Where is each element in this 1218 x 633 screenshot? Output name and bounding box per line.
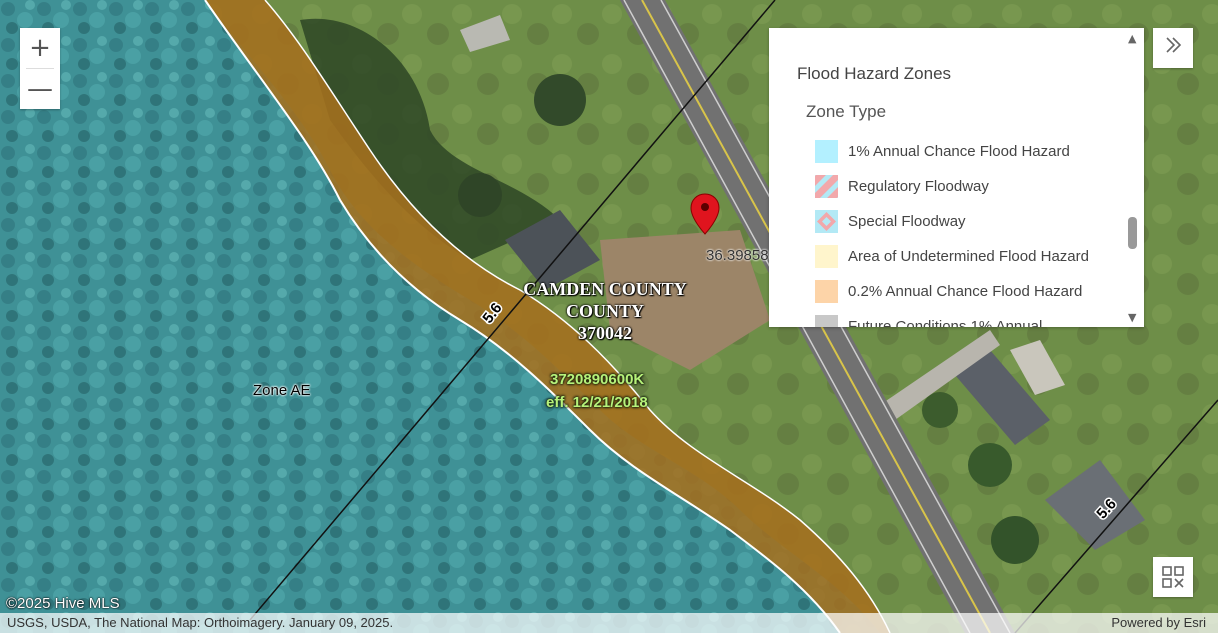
legend-swatch-solid [815,245,838,268]
legend-swatch-solid [815,280,838,303]
legend-item-label: Special Floodway [848,213,966,230]
map-view[interactable]: + — Zone AE CAMDEN COUNTY COUNTY 370042 … [0,0,1218,633]
attribution-bar: USGS, USDA, The National Map: Orthoimage… [0,613,1218,633]
legend-swatch-solid [815,140,838,163]
fullscreen-button[interactable] [1153,557,1193,597]
zoom-out-button[interactable]: — [20,69,60,109]
county-label-line-2: COUNTY [565,301,644,321]
legend-item-label: Regulatory Floodway [848,178,989,195]
legend-items: 1% Annual Chance Flood Hazard Regulatory… [815,134,1089,327]
legend-item-label: Future Conditions 1% Annual [848,318,1043,327]
scroll-up-icon[interactable]: ▲ [1128,32,1136,45]
zoom-in-button[interactable]: + [20,28,60,68]
bfe-label-right: 5.6 [1092,494,1122,524]
bfe-left-text: 5.6 [479,300,505,327]
scroll-down-icon[interactable]: ▼ [1128,311,1136,324]
firm-panel-number: 3720890600K [550,371,645,388]
bfe-label-left: 5.6 [478,298,507,328]
legend-item: Regulatory Floodway [815,169,1089,204]
legend-subtitle: Zone Type [806,102,887,121]
scroll-thumb[interactable] [1128,217,1137,249]
legend-item-label: 0.2% Annual Chance Flood Hazard [848,283,1083,300]
firm-panel-effective-date: eff. 12/21/2018 [546,394,648,411]
qr-scan-icon [1162,566,1184,588]
map-pin-icon[interactable] [689,193,721,235]
expand-panel-button[interactable] [1153,28,1193,68]
copyright-text: ©2025 Hive MLS [6,595,120,612]
attribution-text: USGS, USDA, The National Map: Orthoimage… [7,615,394,630]
legend-item: 0.2% Annual Chance Flood Hazard [815,274,1089,309]
powered-by-link[interactable]: Powered by Esri [1111,615,1206,630]
legend-item: Special Floodway [815,204,1089,239]
legend-scrollbar[interactable]: ▲ ▼ [1128,32,1140,324]
bfe-right-text: 5.6 [1093,496,1120,523]
county-label: CAMDEN COUNTY COUNTY 370042 [500,278,710,344]
legend-item: Area of Undetermined Flood Hazard [815,239,1089,274]
legend-item-label: Area of Undetermined Flood Hazard [848,248,1089,265]
legend-swatch-diagonal [815,175,838,198]
zoom-control: + — [20,28,60,109]
zone-label: Zone AE [253,382,311,399]
legend-layer-title: Flood Hazard Zones [797,64,952,83]
legend-item-label: 1% Annual Chance Flood Hazard [848,143,1070,160]
legend-swatch-solid [815,315,838,327]
legend-panel[interactable]: Flood Hazard Zones Zone Type 1% Annual C… [769,28,1144,327]
county-label-line-3: 370042 [578,323,632,343]
county-label-line-1: CAMDEN COUNTY [523,279,687,299]
legend-item: 1% Annual Chance Flood Hazard [815,134,1089,169]
legend-item: Future Conditions 1% Annual [815,309,1089,327]
double-chevron-right-icon [1166,37,1182,53]
firm-panel-label: 3720890600K eff. 12/21/2018 [546,368,648,414]
coordinate-label: 36.39858 [706,247,769,264]
legend-swatch-diamond [815,210,838,233]
